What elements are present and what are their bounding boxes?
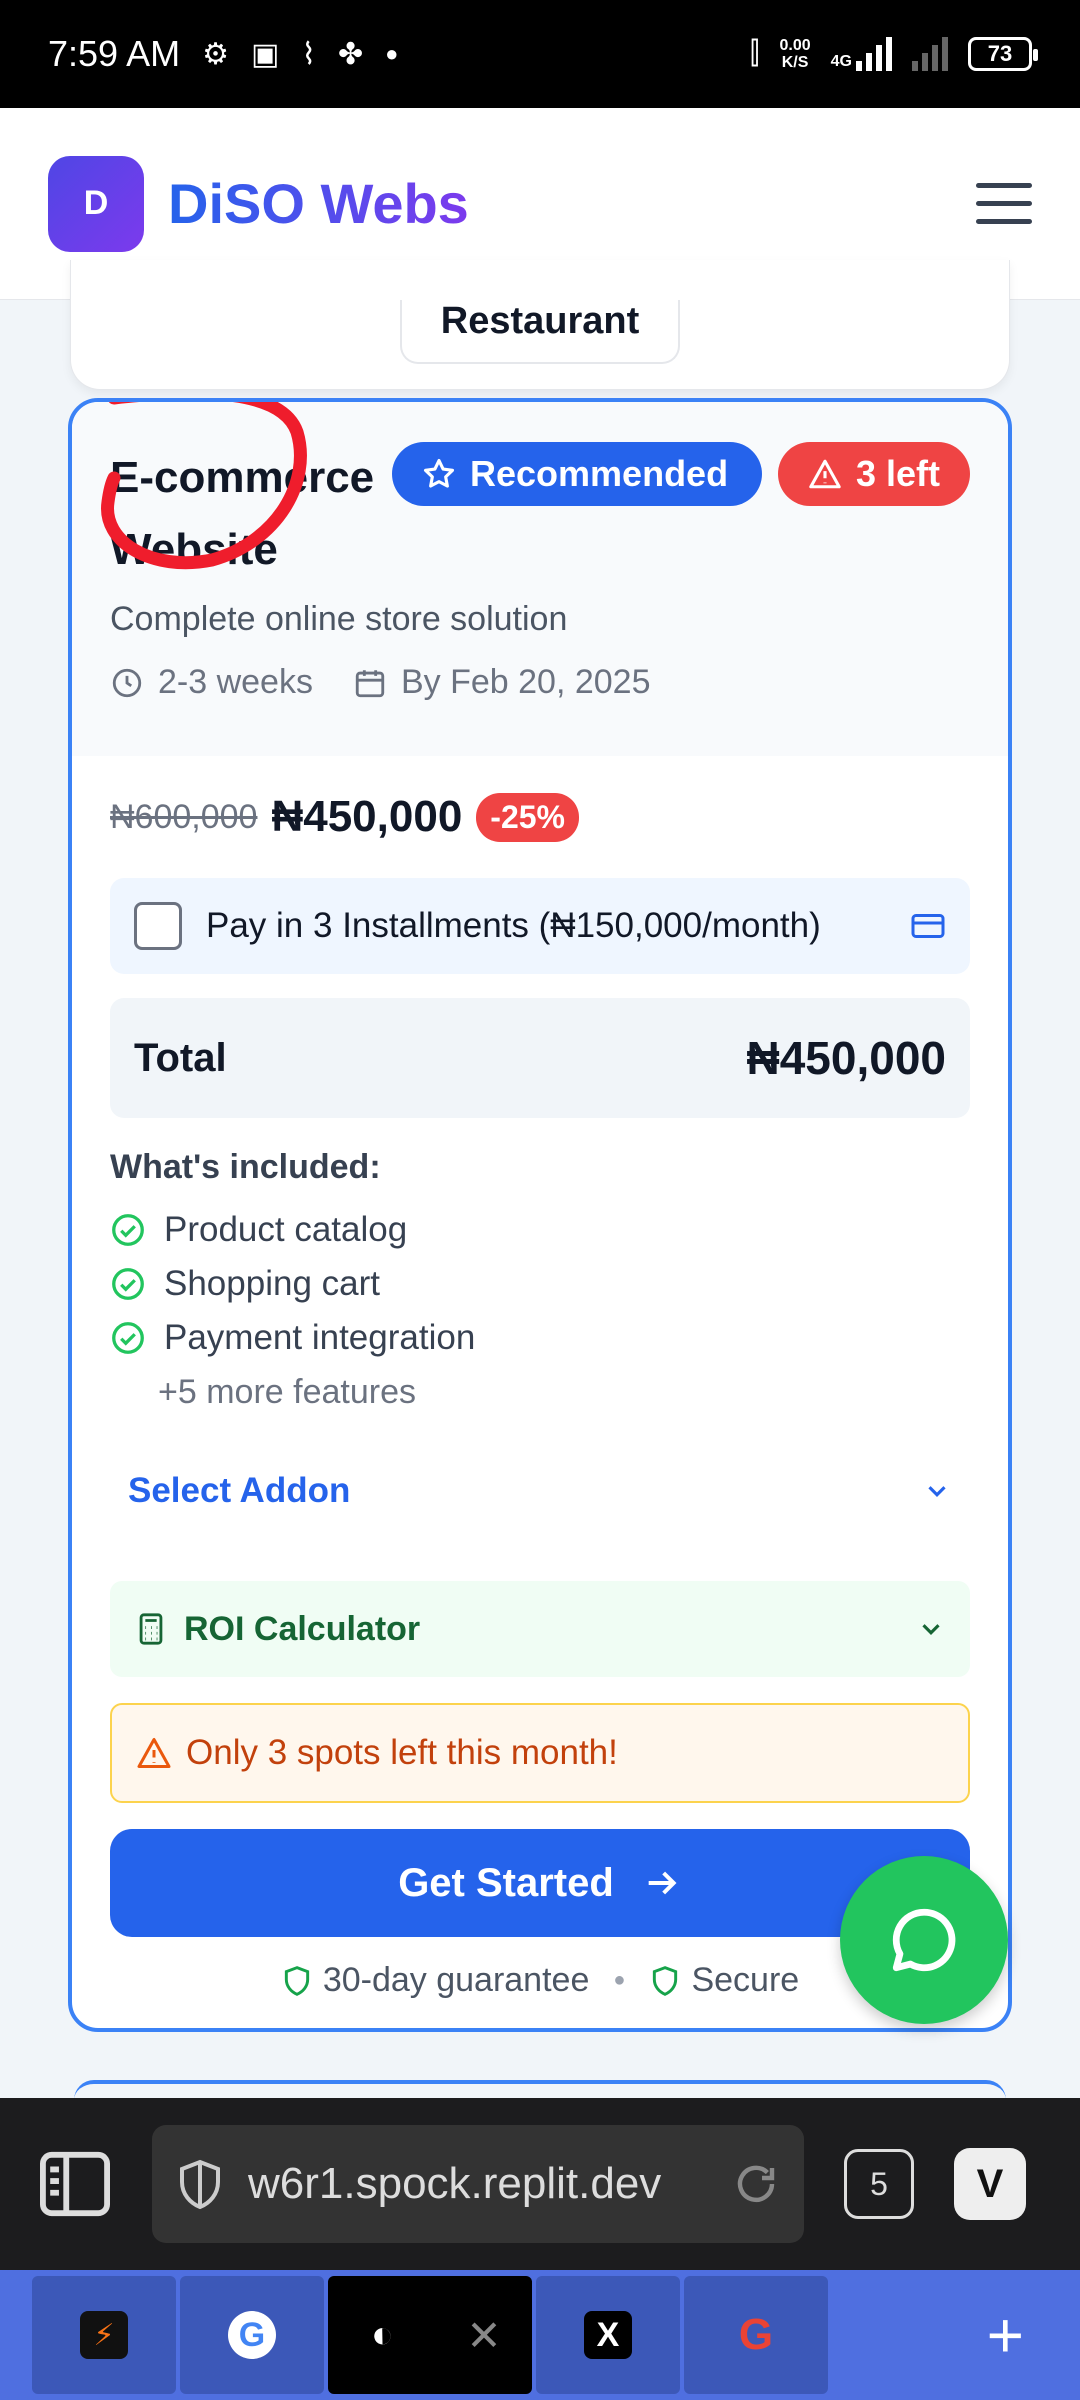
- next-plan-card-edge: [74, 2080, 1006, 2100]
- installments-label: Pay in 3 Installments (₦150,000/month): [206, 906, 821, 945]
- duration: 2-3 weeks: [110, 663, 313, 702]
- url-text[interactable]: w6r1.spock.replit.dev: [248, 2159, 708, 2209]
- vivaldi-menu-icon[interactable]: V: [954, 2148, 1026, 2220]
- signal-4g-icon: 4G: [831, 37, 892, 71]
- check-circle-icon: [112, 1268, 144, 1300]
- secure-item: Secure: [649, 1961, 799, 2000]
- discount-badge: -25%: [476, 792, 579, 842]
- check-circle-icon: [112, 1322, 144, 1354]
- pepper-icon: ⌇: [301, 37, 317, 71]
- warning-icon: [809, 459, 841, 489]
- roi-calculator-toggle[interactable]: ROI Calculator: [110, 1581, 970, 1677]
- tab-google[interactable]: G: [180, 2276, 324, 2394]
- chevron-down-icon: [922, 1624, 940, 1635]
- plan-subtitle: Complete online store solution: [110, 600, 568, 638]
- addon-label: Select Addon: [128, 1471, 351, 1510]
- signal-sim2-icon: [912, 37, 948, 71]
- more-features: +5 more features: [158, 1372, 416, 1411]
- feature-item: Product catalog: [110, 1203, 970, 1257]
- feature-item: Shopping cart: [110, 1257, 970, 1311]
- whatsapp-chat-button[interactable]: [840, 1856, 1008, 2024]
- new-tab-icon[interactable]: +: [987, 2303, 1024, 2367]
- logo[interactable]: D: [48, 155, 144, 252]
- star-icon: [423, 458, 455, 488]
- vibrate-icon: ⫿: [749, 37, 760, 70]
- chevron-down-icon: [928, 1486, 946, 1497]
- tab-bolt-app[interactable]: ⚡: [32, 2276, 176, 2394]
- warning-icon: [137, 1738, 171, 1768]
- x-logo-icon: X: [584, 2311, 632, 2359]
- clock-icon: [112, 668, 142, 697]
- features-list: Product catalog Shopping cart Payment in…: [110, 1203, 970, 1419]
- calculator-icon: [139, 1613, 163, 1645]
- chat-bubble-icon: [892, 1908, 956, 1972]
- original-price: ₦600,000: [110, 797, 258, 836]
- bolt-app-icon: ⚡: [80, 2311, 128, 2359]
- calendar-icon: [355, 669, 385, 697]
- total-label: Total: [134, 1035, 227, 1080]
- tab-google-2[interactable]: G: [684, 2276, 828, 2394]
- current-price: ₦450,000: [271, 792, 463, 841]
- spots-left-badge: 3 left: [777, 442, 970, 506]
- close-tab-icon[interactable]: ✕: [466, 2311, 501, 2360]
- tab-counter[interactable]: 5: [844, 2149, 914, 2219]
- separator-dot: ●: [613, 1969, 626, 1991]
- network-speed: 0.00 K/S: [779, 37, 811, 71]
- trust-badges: 30-day guarantee ● Secure: [110, 1961, 970, 2000]
- reload-icon[interactable]: [732, 2160, 780, 2208]
- roi-label: ROI Calculator: [184, 1609, 421, 1648]
- hand-drawn-circle-annotation: [101, 402, 307, 570]
- installments-checkbox[interactable]: [134, 902, 182, 950]
- browser-toolbar: w6r1.spock.replit.dev 5 V: [0, 2098, 1080, 2270]
- status-time: 7:59 AM: [48, 33, 181, 74]
- menu-icon[interactable]: [976, 183, 1032, 224]
- status-bar: 7:59 AM ⚙ ▣ ⌇ ✤ ● ⫿ 0.00 K/S 4G 73: [0, 0, 1080, 108]
- globe-icon: ◐: [370, 2313, 394, 2356]
- included-heading: What's included:: [110, 1148, 381, 1186]
- app-notification-icon: ⚙: [202, 37, 229, 71]
- google-icon: G: [228, 2311, 276, 2359]
- credit-card-icon: [911, 914, 945, 938]
- check-circle-icon: [112, 1214, 144, 1246]
- app-notification-icon: ✤: [338, 37, 364, 71]
- restaurant-button[interactable]: Restaurant: [400, 300, 680, 364]
- tab-x[interactable]: X: [536, 2276, 680, 2394]
- recommended-badge: Recommended: [392, 442, 763, 506]
- battery-icon: 73: [968, 37, 1038, 71]
- arrow-right-icon: [648, 1871, 677, 1895]
- notification-icons: ⚙ ▣ ⌇ ✤ ●: [202, 37, 398, 72]
- plan-card-ecommerce: E-commerce Website Recommended 3 left Co…: [68, 398, 1012, 2032]
- screenshot-icon: ▣: [251, 37, 280, 71]
- google-icon: G: [738, 2310, 774, 2359]
- brand-name[interactable]: DiSO Webs: [168, 171, 469, 236]
- total-row: Total ₦450,000: [110, 998, 970, 1118]
- shield-icon: [653, 1965, 678, 1996]
- tab-strip: ⚡ G ◐ ✕ X G +: [0, 2270, 1080, 2400]
- select-addon-dropdown[interactable]: Select Addon: [110, 1443, 970, 1539]
- panel-toggle-icon[interactable]: [36, 2149, 114, 2219]
- delivery-date: By Feb 20, 2025: [353, 663, 650, 702]
- installments-option[interactable]: Pay in 3 Installments (₦150,000/month): [110, 878, 970, 974]
- tab-current[interactable]: ◐ ✕: [328, 2276, 532, 2394]
- scarcity-warning: Only 3 spots left this month!: [110, 1703, 970, 1803]
- total-value: ₦450,000: [746, 1032, 947, 1084]
- feature-item: Payment integration: [110, 1311, 970, 1365]
- guarantee-item: 30-day guarantee: [281, 1961, 589, 2000]
- shield-icon[interactable]: [176, 2158, 224, 2210]
- shield-icon: [284, 1965, 309, 1996]
- more-notifications-dot-icon: ●: [385, 41, 399, 66]
- address-bar[interactable]: w6r1.spock.replit.dev: [152, 2125, 804, 2243]
